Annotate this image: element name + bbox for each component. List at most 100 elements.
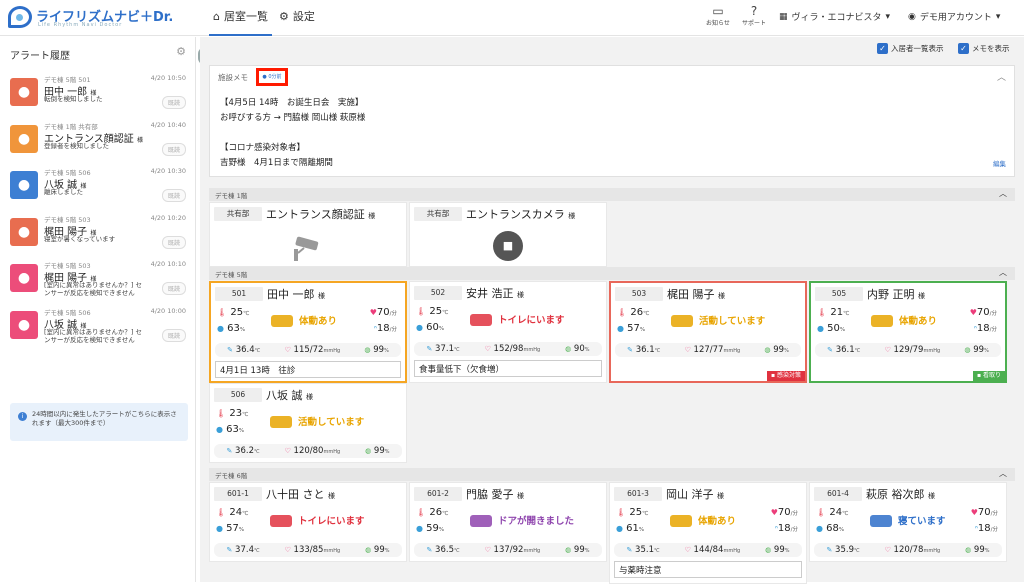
alert-time: 4/20 10:00 xyxy=(150,306,186,315)
body-temperature: ✎ 36.4℃ xyxy=(227,345,261,355)
notice-button[interactable]: ▭ お知らせ xyxy=(703,4,733,27)
oxygen-icon: ◍ xyxy=(365,546,372,554)
blood-pressure-icon: ♡ xyxy=(684,346,691,354)
spo2: ◍ 99% xyxy=(365,545,390,555)
oxygen-icon: ◍ xyxy=(765,546,772,554)
gear-icon[interactable]: ⚙ xyxy=(176,45,186,58)
section-floor-5[interactable]: デモ棟 5階 ︿ xyxy=(209,267,1015,280)
alert-item[interactable]: ● デモ棟 5階 506 4/20 10:30 八坂 誠 様 離床しました 既読 xyxy=(8,167,188,213)
oxygen-icon: ◍ xyxy=(565,546,572,554)
shared-card-face[interactable]: 共有部 エントランス顔認証 様 xyxy=(209,202,407,267)
resident-name: 八十田 さと 様 xyxy=(266,488,335,501)
section-floor-6[interactable]: デモ棟 6階 ︿ xyxy=(209,468,1015,481)
room-humidity: ● 68% xyxy=(816,523,845,534)
thermometer-icon: 🌡 xyxy=(816,508,827,517)
blood-pressure: ♡ 152/98mmHg xyxy=(484,344,541,354)
resident-card[interactable]: 505 内野 正明 様 🌡 21℃ ● 50% ♥70/分 ᐢ18/分 体動あり … xyxy=(809,281,1007,383)
respiration-rate: ᐢ18/分 xyxy=(774,523,798,534)
resident-name: 萩原 裕次郎 様 xyxy=(866,488,935,501)
resident-list-checkbox[interactable]: ✓ 入居者一覧表示 xyxy=(877,43,944,54)
alert-message: 寝室が暑くなっています xyxy=(44,234,116,243)
tab-rooms[interactable]: ⌂ 居室一覧 xyxy=(209,8,272,36)
main-area: ✓ 入居者一覧表示 ✓ メモを表示 施設メモ ● 0分前 ︿ 【4月5日 14時 お… xyxy=(200,37,1024,584)
oxygen-icon: ◍ xyxy=(764,346,771,354)
alert-item[interactable]: ● デモ棟 1階 共有部 4/20 10:40 エントランス顔認証 様 登録者を… xyxy=(8,121,188,167)
flag-icon: ▪ xyxy=(976,372,982,379)
heart-rate: ♥70/分 xyxy=(970,507,998,518)
chevron-up-icon[interactable]: ︿ xyxy=(999,468,1007,479)
resident-note[interactable]: 食事量低下（欠食増） xyxy=(414,360,602,377)
room-humidity: ● 59% xyxy=(416,523,445,534)
thermometer-icon: 🌡 xyxy=(216,409,227,418)
account-menu[interactable]: ◉ デモ用アカウント ▾ xyxy=(908,10,1000,24)
mark-read-button[interactable]: 既読 xyxy=(161,96,186,109)
thermometer-icon: ✎ xyxy=(826,546,833,554)
room-humidity: ● 63% xyxy=(217,323,246,334)
memo-body: 【4月5日 14時 お誕生日会 実施】 お呼びする方 → 門脇様 岡山様 萩原様… xyxy=(220,98,366,168)
alert-item[interactable]: ● デモ棟 5階 506 4/20 10:00 八坂 誠 様 [室内に異常はあり… xyxy=(8,307,188,353)
vital-bar: ✎ 36.5℃ ♡ 137/92mmHg ◍ 99% xyxy=(414,543,602,557)
alert-message: 登録者を検知しました xyxy=(44,141,109,150)
chevron-up-icon[interactable]: ︿ xyxy=(999,267,1007,278)
room-number: 505 xyxy=(815,287,863,301)
resident-card[interactable]: 503 梶田 陽子 様 🌡 26℃ ● 57% 活動しています ✎ 36.1℃ … xyxy=(609,281,807,383)
spo2: ◍ 99% xyxy=(965,545,990,555)
chevron-up-icon[interactable]: ︿ xyxy=(999,188,1007,199)
alert-time: 4/20 10:10 xyxy=(150,260,186,268)
resident-note[interactable]: 与薬時注意 xyxy=(614,561,802,578)
heart-icon: ♥ xyxy=(770,508,778,517)
alert-item[interactable]: ● デモ棟 5階 503 4/20 10:20 梶田 陽子 様 寝室が暑くなって… xyxy=(8,214,188,260)
section-floor-1[interactable]: デモ棟 1階 ︿ xyxy=(209,188,1015,201)
blood-pressure: ♡ 137/92mmHg xyxy=(484,545,541,555)
resident-card[interactable]: 506 八坂 誠 様 🌡 23℃ ● 63% 活動しています ✎ 36.2℃ ♡… xyxy=(209,383,407,463)
resident-card[interactable]: 601-4 萩原 裕次郎 様 🌡 24℃ ● 68% ♥70/分 ᐢ18/分 寝て… xyxy=(809,482,1007,562)
vital-bar: ✎ 36.2℃ ♡ 120/80mmHg ◍ 99% xyxy=(214,444,402,458)
respiration-rate: ᐢ18/分 xyxy=(974,523,998,534)
thermometer-icon: 🌡 xyxy=(616,508,627,517)
resident-card[interactable]: 601-1 八十田 さと 様 🌡 24℃ ● 57% トイレにいます ✎ 37.… xyxy=(209,482,407,562)
memo-edit-link[interactable]: 編集 xyxy=(993,158,1006,168)
mark-read-button[interactable]: 既読 xyxy=(161,328,186,342)
logo-mark-icon xyxy=(8,6,32,28)
activity-status: ドアが開きました xyxy=(468,507,574,533)
shared-card-camera[interactable]: 共有部 エントランスカメラ 様 ■ xyxy=(409,202,607,267)
droplet-icon: ● xyxy=(416,323,423,332)
mark-read-button[interactable]: 既読 xyxy=(161,142,186,156)
thermometer-icon: ✎ xyxy=(226,546,233,554)
thermometer-icon: ✎ xyxy=(827,346,834,354)
chevron-up-icon[interactable]: ︿ xyxy=(997,70,1006,83)
room-humidity: ● 60% xyxy=(416,322,445,333)
spo2: ◍ 99% xyxy=(565,545,590,555)
resident-name: 梶田 陽子 様 xyxy=(667,288,725,301)
alert-item[interactable]: ● デモ棟 5階 501 4/20 10:50 田中 一郎 様 転倒を検知しまし… xyxy=(8,74,188,120)
blood-pressure: ♡ 127/77mmHg xyxy=(684,345,741,355)
sidebar-title: アラート履歴 xyxy=(10,51,70,62)
mark-read-button[interactable]: 既読 xyxy=(161,282,186,295)
resident-note[interactable]: 4月1日 13時 往診 xyxy=(215,361,401,378)
alert-item[interactable]: ● デモ棟 5階 503 4/20 10:10 梶田 陽子 様 [室内に異常はあ… xyxy=(8,260,188,306)
droplet-icon: ● xyxy=(617,324,624,333)
thermometer-icon: ✎ xyxy=(627,346,634,354)
thermometer-icon: 🌡 xyxy=(216,508,227,517)
resident-card[interactable]: 601-2 門脇 愛子 様 🌡 26℃ ● 59% ドアが開きました ✎ 36.… xyxy=(409,482,607,562)
mark-read-button[interactable]: 既読 xyxy=(161,235,186,249)
resident-card[interactable]: 601-3 岡山 洋子 様 🌡 25℃ ● 61% ♥70/分 ᐢ18/分 体動あ… xyxy=(609,482,807,584)
room-number: 503 xyxy=(615,287,663,301)
support-button[interactable]: ? サポート xyxy=(739,4,769,27)
memo-show-checkbox[interactable]: ✓ メモを表示 xyxy=(958,43,1010,54)
facility-selector[interactable]: ▦ ヴィラ・エコナビスタ ▾ xyxy=(779,10,891,24)
droplet-icon: ● xyxy=(816,524,823,533)
resident-name: 安井 浩正 様 xyxy=(466,287,524,300)
resident-card[interactable]: 502 安井 浩正 様 🌡 25℃ ● 60% トイレにいます ✎ 37.1℃ … xyxy=(409,281,607,383)
tab-settings[interactable]: ⚙ 設定 xyxy=(279,8,315,24)
room-number: 501 xyxy=(215,287,263,301)
chevron-down-icon: ▾ xyxy=(885,11,891,22)
video-camera-icon[interactable]: ■ xyxy=(493,231,523,261)
vital-bar: ✎ 36.1℃ ♡ 127/77mmHg ◍ 99% xyxy=(615,343,801,357)
body-temperature: ✎ 37.1℃ xyxy=(426,344,460,354)
activity-status: 体動あり xyxy=(269,307,337,333)
mark-read-button[interactable]: 既読 xyxy=(161,189,186,202)
thermometer-icon: 🌡 xyxy=(817,308,828,317)
resident-card[interactable]: 501 田中 一郎 様 🌡 25℃ ● 63% ♥70/分 ᐢ18/分 体動あり … xyxy=(209,281,407,383)
care-flag-badge: ▪ 看取り xyxy=(972,371,1005,381)
